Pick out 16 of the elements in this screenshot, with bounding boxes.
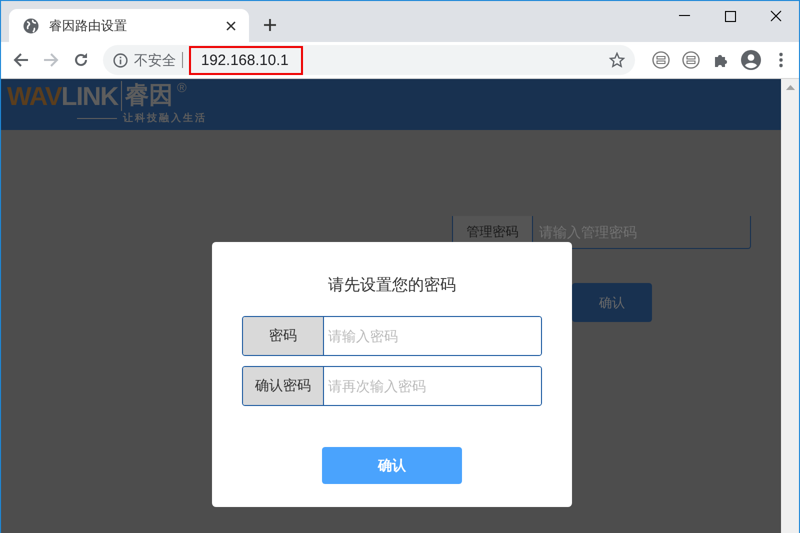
- tab-title: 睿因路由设置: [49, 16, 128, 34]
- url-text: 192.168.10.1: [189, 46, 303, 74]
- dialog-title: 请先设置您的密码: [328, 276, 456, 296]
- registered-mark: ®: [176, 81, 187, 95]
- logo-text: LINK: [61, 81, 118, 111]
- password-field[interactable]: 密码 请输入密码: [242, 316, 542, 356]
- profile-icon[interactable]: [739, 48, 763, 72]
- password-field[interactable]: 确认密码 请再次输入密码: [242, 366, 542, 406]
- globe-icon: [23, 18, 39, 34]
- slogan: 让科技融入生活: [123, 112, 207, 125]
- browser-tab[interactable]: 睿因路由设置: [9, 9, 249, 42]
- scrollbar[interactable]: [781, 79, 799, 533]
- logo-name: 睿因: [120, 81, 173, 111]
- security-label: 不安全: [134, 52, 183, 68]
- info-icon: [113, 52, 128, 68]
- logo-text: WAV: [7, 81, 62, 111]
